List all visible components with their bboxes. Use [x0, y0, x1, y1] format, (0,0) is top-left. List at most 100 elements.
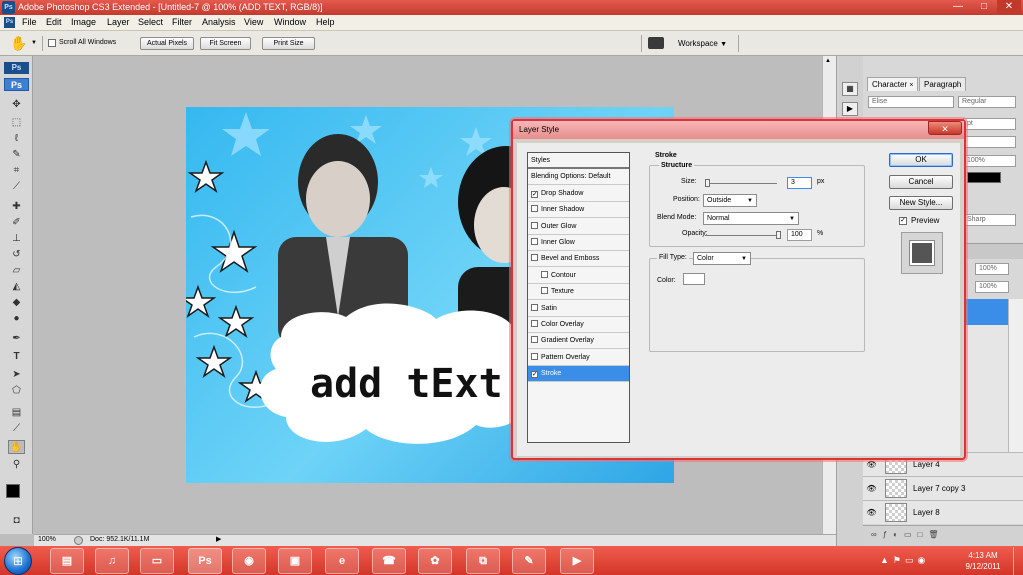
- photoshop-taskbar-icon[interactable]: Ps: [188, 548, 222, 574]
- zoom-tool-icon[interactable]: ⚲: [8, 458, 25, 472]
- path-select-tool-icon[interactable]: ➤: [8, 368, 25, 382]
- minimize-button[interactable]: —: [946, 0, 970, 14]
- eye-icon[interactable]: 👁: [866, 483, 877, 494]
- menu-analysis[interactable]: Analysis: [202, 17, 236, 27]
- history-brush-tool-icon[interactable]: ↺: [8, 248, 25, 262]
- layer-opacity-field[interactable]: 100%: [975, 263, 1009, 275]
- hand-tool-icon[interactable]: ✋: [8, 440, 25, 454]
- eye-icon[interactable]: 👁: [866, 459, 877, 470]
- leading-field[interactable]: [963, 136, 1016, 148]
- style-item-bevel-and-emboss[interactable]: Bevel and Emboss: [528, 251, 629, 268]
- style-item-texture[interactable]: Texture: [528, 284, 629, 301]
- windows-explorer-icon[interactable]: ▤: [50, 548, 84, 574]
- ok-button[interactable]: OK: [889, 153, 953, 167]
- style-item-pattern-overlay[interactable]: Pattern Overlay: [528, 350, 629, 366]
- brush-tool-icon[interactable]: ✐: [8, 216, 25, 230]
- blur-tool-icon[interactable]: ◆: [8, 296, 25, 310]
- style-item-checkbox[interactable]: ✓: [531, 190, 538, 198]
- status-info-icon[interactable]: [74, 536, 83, 545]
- google-talk-icon[interactable]: ☎: [372, 548, 406, 574]
- layer-fill-field[interactable]: 100%: [975, 281, 1009, 293]
- chrome-icon[interactable]: ◉: [232, 548, 266, 574]
- style-item-inner-shadow[interactable]: Inner Shadow: [528, 202, 629, 219]
- taskbar-clock[interactable]: 4:13 AM 9/12/2011: [958, 550, 1008, 572]
- style-item-checkbox[interactable]: [531, 352, 538, 360]
- menu-edit[interactable]: Edit: [46, 17, 62, 27]
- dodge-tool-icon[interactable]: ●: [8, 312, 25, 326]
- style-item-stroke[interactable]: ✓ Stroke: [528, 366, 629, 383]
- show-desktop-button[interactable]: [1013, 547, 1023, 575]
- style-item-checkbox[interactable]: [531, 221, 538, 229]
- style-item-checkbox[interactable]: [531, 336, 538, 344]
- palette-icon[interactable]: ✎: [512, 548, 546, 574]
- style-item-contour[interactable]: Contour: [528, 268, 629, 284]
- ps-menu-icon[interactable]: Ps: [4, 17, 15, 28]
- tracking-field[interactable]: 100%: [963, 155, 1016, 167]
- style-item-checkbox[interactable]: [531, 238, 538, 245]
- actual-pixels-button[interactable]: Actual Pixels: [140, 37, 194, 50]
- notes-tool-icon[interactable]: ▤: [8, 406, 25, 420]
- zoom-level-field[interactable]: 100%: [38, 536, 56, 543]
- style-item-blending-options-default[interactable]: Blending Options: Default: [528, 169, 629, 186]
- preview-checkbox[interactable]: ✓: [899, 215, 907, 225]
- menu-help[interactable]: Help: [316, 17, 335, 27]
- system-tray-icons[interactable]: ▲⚑▭◉: [880, 555, 929, 566]
- font-size-field[interactable]: pt: [963, 118, 1016, 130]
- opacity-input[interactable]: 100: [787, 229, 812, 241]
- style-item-color-overlay[interactable]: Color Overlay: [528, 317, 629, 333]
- style-item-checkbox[interactable]: [531, 303, 538, 311]
- healing-brush-tool-icon[interactable]: ✚: [8, 200, 25, 214]
- fit-screen-button[interactable]: Fit Screen: [200, 37, 251, 50]
- paint-bucket-tool-icon[interactable]: ◭: [8, 280, 25, 294]
- size-input[interactable]: 3: [787, 177, 812, 189]
- media-player-icon[interactable]: ♫: [95, 548, 129, 574]
- quick-mask-icon[interactable]: ◘: [8, 514, 25, 528]
- eyedropper-3d-tool-icon[interactable]: ⟋: [8, 422, 25, 436]
- window-manager-icon[interactable]: ⧉: [466, 548, 500, 574]
- antialias-select[interactable]: Sharp: [963, 214, 1016, 226]
- layer-actions-icons[interactable]: ∞ƒ◐▭□🗑: [871, 530, 945, 539]
- fill-type-select[interactable]: Color: [693, 252, 751, 265]
- opacity-slider[interactable]: [705, 235, 781, 236]
- file-folder-icon[interactable]: ▭: [140, 548, 174, 574]
- move-tool-icon[interactable]: ✥: [8, 98, 25, 112]
- actions-panel-icon[interactable]: ▶: [842, 102, 858, 116]
- menu-file[interactable]: File: [22, 17, 37, 27]
- style-item-outer-glow[interactable]: Outer Glow: [528, 219, 629, 235]
- media-classic-icon[interactable]: ▶: [560, 548, 594, 574]
- style-item-drop-shadow[interactable]: ✓ Drop Shadow: [528, 186, 629, 202]
- stroke-color-swatch[interactable]: [683, 273, 705, 285]
- eyedropper-tool-icon[interactable]: ⟋: [8, 180, 25, 194]
- clone-stamp-tool-icon[interactable]: ⊥: [8, 232, 25, 246]
- style-item-checkbox[interactable]: [531, 320, 538, 327]
- eraser-tool-icon[interactable]: ▱: [8, 264, 25, 278]
- opacity-slider-thumb[interactable]: [776, 231, 781, 239]
- internet-explorer-icon[interactable]: e: [325, 548, 359, 574]
- maximize-button[interactable]: □: [972, 0, 996, 14]
- workspace-camera-icon[interactable]: [648, 37, 664, 49]
- crop-tool-icon[interactable]: ⌗: [8, 164, 25, 178]
- status-menu-arrow-icon[interactable]: ▶: [216, 535, 221, 543]
- start-button[interactable]: ⊞: [4, 547, 32, 575]
- style-item-satin[interactable]: Satin: [528, 301, 629, 317]
- font-family-select[interactable]: Elise: [868, 96, 954, 108]
- menu-select[interactable]: Select: [138, 17, 163, 27]
- scroll-up-icon[interactable]: ▲: [825, 58, 831, 64]
- size-slider-thumb[interactable]: [705, 179, 710, 187]
- text-color-swatch[interactable]: [967, 172, 1001, 183]
- type-tool-icon[interactable]: T: [8, 350, 25, 364]
- workspace-menu[interactable]: Workspace ▼: [678, 39, 727, 48]
- hand-tool-icon[interactable]: ✋: [10, 35, 27, 52]
- marquee-tool-icon[interactable]: ⬚: [8, 116, 25, 130]
- lasso-tool-icon[interactable]: ℓ: [8, 132, 25, 146]
- size-slider[interactable]: [705, 183, 777, 184]
- scroll-all-windows-checkbox[interactable]: [48, 39, 56, 49]
- style-item-checkbox[interactable]: [531, 254, 538, 262]
- dialog-close-button[interactable]: ✕: [928, 121, 962, 135]
- style-item-checkbox[interactable]: [531, 205, 538, 213]
- tab-character[interactable]: Character ×: [867, 77, 919, 91]
- blend-mode-select[interactable]: Normal: [703, 212, 799, 225]
- foreground-color-swatch[interactable]: [6, 484, 20, 498]
- style-item-styles[interactable]: Styles: [528, 153, 629, 169]
- font-style-select[interactable]: Regular: [958, 96, 1016, 108]
